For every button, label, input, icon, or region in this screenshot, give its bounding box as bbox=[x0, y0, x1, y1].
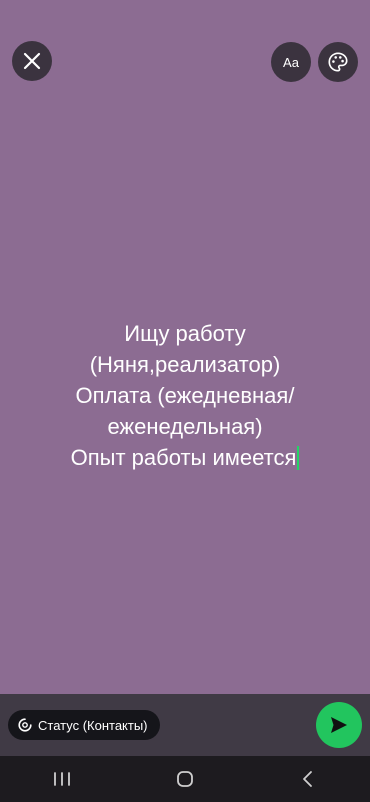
font-button-label: Aa bbox=[283, 54, 299, 70]
text-caret bbox=[297, 446, 300, 470]
status-text-line: Опыт работы имеется bbox=[70, 445, 297, 470]
close-icon bbox=[23, 52, 41, 70]
nav-recents-button[interactable] bbox=[32, 759, 92, 799]
status-audience-label: Статус (Контакты) bbox=[38, 717, 148, 733]
system-navigation-bar bbox=[0, 756, 370, 802]
status-audience-chip[interactable]: Статус (Контакты) bbox=[8, 710, 160, 740]
nav-home-button[interactable] bbox=[155, 759, 215, 799]
send-button[interactable] bbox=[316, 702, 362, 748]
font-button[interactable]: Aa bbox=[271, 42, 311, 82]
compose-bar: Статус (Контакты) bbox=[0, 694, 370, 756]
status-composer-screen: Aa Ищу работу (Няня,реализатор) Оплата (… bbox=[0, 0, 370, 802]
status-text-input[interactable]: Ищу работу (Няня,реализатор) Оплата (еже… bbox=[40, 318, 330, 473]
nav-back-button[interactable] bbox=[278, 759, 338, 799]
back-icon bbox=[303, 771, 313, 787]
status-text-line: Ищу работу bbox=[124, 321, 246, 346]
close-button[interactable] bbox=[12, 41, 52, 81]
recents-icon bbox=[53, 772, 70, 786]
status-icon bbox=[18, 718, 32, 732]
status-text-line: (Няня,реализатор) bbox=[89, 352, 281, 377]
send-icon bbox=[331, 717, 347, 733]
home-icon bbox=[177, 771, 193, 787]
status-text-line: Оплата (ежедневная/ bbox=[75, 383, 295, 408]
color-palette-button[interactable] bbox=[318, 42, 358, 82]
status-text-line: еженедельная) bbox=[107, 414, 263, 439]
palette-icon bbox=[328, 52, 348, 72]
status-text-last-line: Опыт работы имеется bbox=[40, 442, 330, 473]
